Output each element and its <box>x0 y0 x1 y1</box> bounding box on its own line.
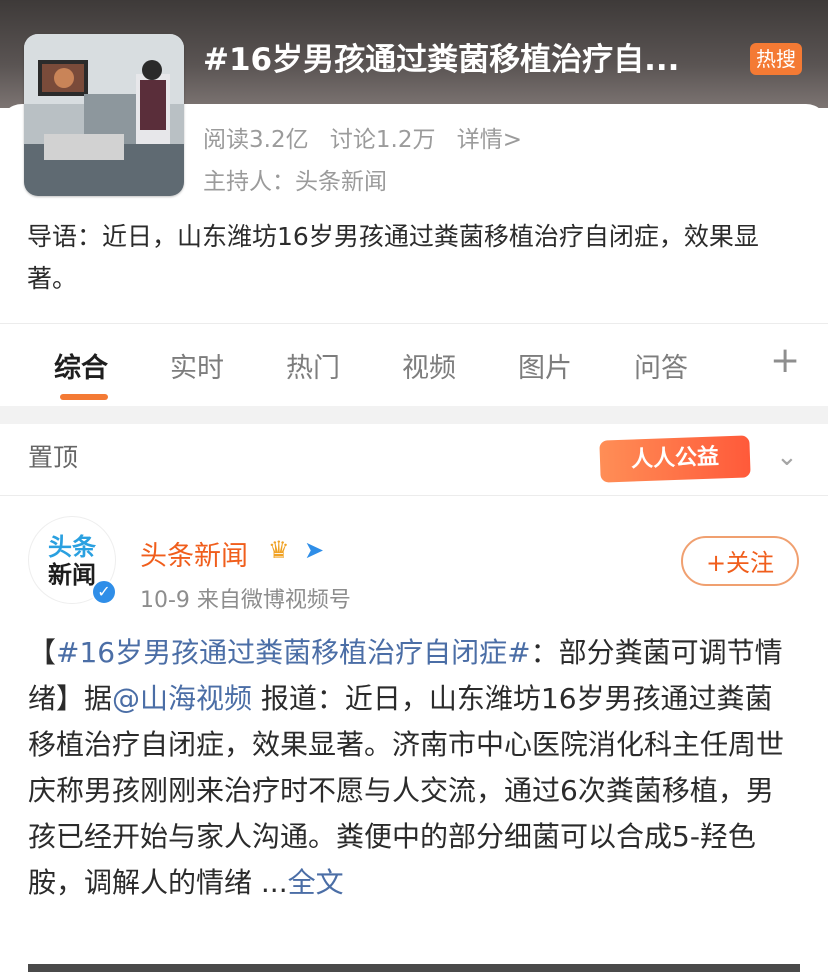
section-gap <box>0 406 828 424</box>
avatar[interactable]: 头条 新闻 ✓ <box>28 516 117 605</box>
tab-hot[interactable]: 热门 <box>286 346 340 385</box>
post-meta: 10-9 来自微博视频号 <box>140 588 351 613</box>
hot-badge: 热搜 <box>750 43 802 75</box>
tab-realtime[interactable]: 实时 <box>170 346 224 385</box>
post-header: 头条 新闻 ✓ 头条新闻 ♛ ➤ 10-9 来自微博视频号 +关注 <box>0 496 828 616</box>
post-media-preview[interactable] <box>28 964 800 972</box>
hashtag-link[interactable]: #16岁男孩通过粪菌移植治疗自闭症# <box>56 636 531 669</box>
tab-qa[interactable]: 问答 <box>634 346 688 385</box>
host-prefix: 主持人： <box>203 169 295 195</box>
detail-link[interactable]: 详情> <box>457 127 522 153</box>
topic-intro: 导语：近日，山东潍坊16岁男孩通过粪菌移植治疗自闭症，效果显著。 <box>27 222 759 293</box>
discussion-count: 讨论1.2万 <box>329 127 436 153</box>
tab-bar: 综合 实时 热门 视频 图片 问答 + <box>0 324 828 406</box>
author-name[interactable]: 头条新闻 <box>140 534 248 573</box>
host-name[interactable]: 头条新闻 <box>295 169 387 195</box>
tab-comprehensive[interactable]: 综合 <box>54 346 108 385</box>
chevron-down-icon[interactable]: ⌄ <box>776 442 798 472</box>
tab-video[interactable]: 视频 <box>402 346 456 385</box>
tab-images[interactable]: 图片 <box>518 346 572 385</box>
bracket-open: 【 <box>28 636 57 669</box>
expand-full-text-link[interactable]: 全文 <box>288 866 344 899</box>
post-text: 【#16岁男孩通过粪菌移植治疗自闭症#：部分粪菌可调节情绪】据@山海视频 报道：… <box>28 630 800 906</box>
topic-host: 主持人：头条新闻 <box>203 162 387 196</box>
verified-icon: ✓ <box>91 579 117 605</box>
topic-stats: 阅读3.2亿 讨论1.2万 详情> <box>203 120 536 154</box>
read-count: 阅读3.2亿 <box>203 127 309 153</box>
charity-banner[interactable]: 人人公益 <box>599 435 751 483</box>
paper-plane-icon[interactable]: ➤ <box>304 536 324 564</box>
crown-icon[interactable]: ♛ <box>268 536 290 564</box>
hospital-photo-image <box>24 34 184 196</box>
mention-link[interactable]: @山海视频 <box>112 682 252 715</box>
follow-button[interactable]: +关注 <box>681 536 799 586</box>
active-tab-indicator <box>60 394 108 400</box>
topic-thumbnail[interactable] <box>24 34 184 196</box>
pinned-row: 置顶 人人公益 ⌄ <box>0 424 828 496</box>
pinned-label: 置顶 <box>28 443 79 472</box>
avatar-logo-text: 头条 新闻 <box>48 533 96 589</box>
topic-title: #16岁男孩通过粪菌移植治疗自... <box>203 42 680 78</box>
add-tab-icon[interactable]: + <box>770 340 800 381</box>
